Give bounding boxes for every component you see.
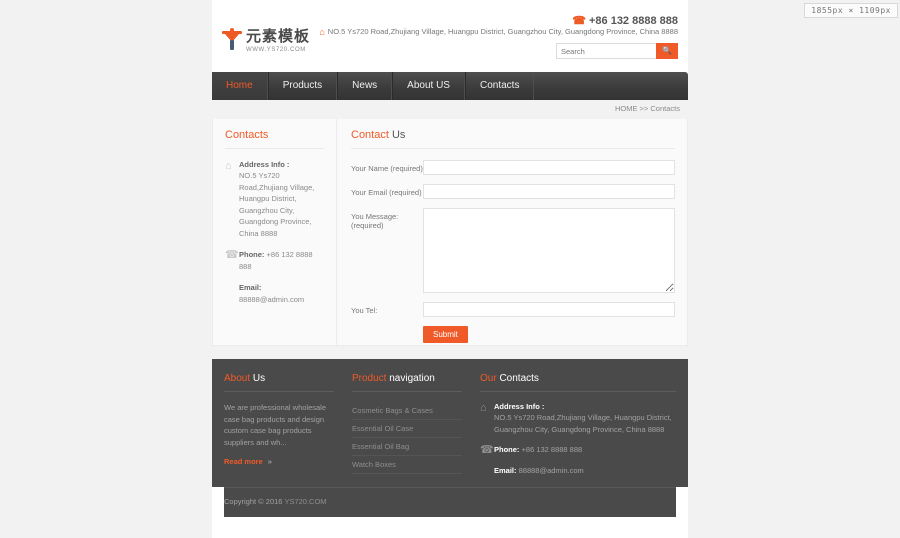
footer-read-more-label: Read more [224,457,263,466]
email-field-label: Your Email (required) [351,188,422,197]
footer-about-title-word2: Us [252,373,266,384]
footer-nav-item-watch-boxes[interactable]: Watch Boxes [352,456,462,474]
message-field-label: You Message: (required) [351,212,399,230]
main-navigation: Home Products News About US Contacts [212,72,688,100]
footer-phone-value: +86 132 8888 888 [521,445,583,454]
footer-contacts-title: Our Contacts [480,373,676,392]
submit-spacer [351,326,423,343]
footer-about-column: About Us We are professional wholesale c… [224,373,352,487]
search-button[interactable]: 🔍 [656,43,678,59]
header-address: ⌂ NO.5 Ys720 Road,Zhujiang Village, Huang… [319,27,678,37]
contact-form-title-word2: Us [391,129,406,141]
footer-read-more-link[interactable]: Read more » [224,457,272,466]
footer-email-line: Email: 88888@admin.com [494,465,676,477]
breadcrumb[interactable]: HOME >> Contacts [615,104,680,113]
footer-about-title: About Us [224,373,334,392]
nav-item-home[interactable]: Home [212,72,268,100]
form-row-tel: You Tel: [351,302,675,317]
copyright-text: Copyright © 2016 YS720.COM [224,497,676,506]
email-field[interactable] [423,184,675,199]
chevron-right-icon: » [267,457,272,466]
sidebar-title: Contacts [225,129,324,149]
footer-product-nav-title-word2: navigation [389,373,435,384]
footer-nav-item-essential-oil-bag[interactable]: Essential Oil Bag [352,438,462,456]
sidebar-contacts: Contacts ⌂ Address Info : NO.5 Ys720 Roa… [213,119,337,345]
footer-nav-item-cosmetic-bags[interactable]: Cosmetic Bags & Cases [352,402,462,420]
footer-product-nav-column: Product navigation Cosmetic Bags & Cases… [352,373,480,487]
copyright-prefix: Copyright © 2016 [224,497,283,506]
logo-text: 元素模板 WWW.YS720.COM [246,28,310,53]
home-icon: ⌂ [225,160,232,172]
nav-item-contacts[interactable]: Contacts [464,72,535,100]
footer-nav-item-essential-oil-case[interactable]: Essential Oil Case [352,420,462,438]
site-logo[interactable]: 元素模板 WWW.YS720.COM [222,28,310,53]
site-header: 元素模板 WWW.YS720.COM ☎ +86 132 8888 888 ⌂ NO… [212,0,688,72]
footer-phone-label: Phone: [494,445,520,454]
sidebar-email-line: Email: 88888@admin.com [239,282,324,306]
footer-email-label: Email: [494,466,517,475]
nav-item-products[interactable]: Products [267,72,338,100]
main-content: Contacts ⌂ Address Info : NO.5 Ys720 Roa… [212,119,688,346]
footer-address-label: Address Info : [494,402,545,411]
footer-product-nav-title: Product navigation [352,373,462,392]
sidebar-phone-block: ☎ Phone: +86 132 8888 888 Email: 88888@a… [225,249,324,306]
footer-about-text: We are professional wholesale case bag p… [224,403,327,447]
search-icon: 🔍 [662,46,672,55]
name-field-label: Your Name (required) [351,164,423,173]
home-icon: ⌂ [480,402,487,414]
logo-chinese-name: 元素模板 [246,28,311,45]
nav-item-news[interactable]: News [337,72,393,100]
site-footer: About Us We are professional wholesale c… [212,359,688,487]
sidebar-address-block: ⌂ Address Info : NO.5 Ys720 Road,Zhujian… [225,160,324,239]
header-address-text: NO.5 Ys720 Road,Zhujiang Village, Huangp… [327,27,678,36]
contact-form-title-word1: Contact [351,129,389,141]
footer-contacts-column: Our Contacts ⌂ Address Info : NO.5 Ys720… [480,373,676,487]
home-icon: ⌂ [319,27,325,37]
form-row-submit: Submit [351,326,675,343]
footer-email-value[interactable]: 88888@admin.com [519,466,584,475]
header-phone: ☎ +86 132 8888 888 [572,14,678,27]
sidebar-address-text: NO.5 Ys720 Road,Zhujiang Village, Huangp… [239,171,315,238]
form-row-message: You Message: (required) [351,208,675,293]
logo-mark-icon [222,28,242,50]
copyright-bar: Copyright © 2016 YS720.COM [224,487,676,517]
footer-gap [212,346,688,359]
breadcrumb-bar: HOME >> Contacts [212,100,688,119]
copyright-site-name: YS720.COM [284,497,327,506]
contact-form-panel: Contact Us Your Name (required) Your Ema… [337,119,687,345]
phone-icon: ☎ [225,249,239,261]
footer-contacts-title-word2: Contacts [499,373,539,384]
sidebar-address-label: Address Info : [239,160,290,169]
submit-button[interactable]: Submit [423,326,468,343]
footer-phone-line: Phone: +86 132 8888 888 [494,444,676,456]
footer-phone-block: ☎ Phone: +86 132 8888 888 Email: 88888@a… [480,444,676,477]
sidebar-phone-line: Phone: +86 132 8888 888 [239,249,324,273]
phone-icon: ☎ [480,444,494,456]
message-field[interactable] [423,208,675,293]
footer-address-block: ⌂ Address Info : NO.5 Ys720 Road,Zhujian… [480,402,676,435]
form-row-name: Your Name (required) [351,160,675,175]
form-row-email: Your Email (required) [351,184,675,199]
footer-contacts-title-word1: Our [480,373,497,384]
nav-item-about-us[interactable]: About US [392,72,465,100]
sidebar-email-value[interactable]: 88888@admin.com [239,295,304,304]
header-phone-number: +86 132 8888 888 [588,15,678,27]
footer-about-title-word1: About [224,373,251,384]
logo-website-url: WWW.YS720.COM [246,47,306,53]
tel-field-label: You Tel: [351,306,378,315]
viewport-size-badge: 1855px × 1109px [804,3,898,18]
search-input[interactable] [556,43,656,59]
page-container: 元素模板 WWW.YS720.COM ☎ +86 132 8888 888 ⌂ NO… [212,0,688,538]
contact-form-title: Contact Us [351,129,675,149]
tel-field[interactable] [423,302,675,317]
sidebar-phone-label: Phone: [239,250,265,259]
sidebar-email-label: Email: [239,283,262,292]
footer-product-nav-title-word1: Product [352,373,387,384]
search-box: 🔍 [556,43,678,59]
phone-icon: ☎ [572,15,586,27]
footer-address-text: NO.5 Ys720 Road,Zhujiang Village, Huangp… [494,413,672,434]
name-field[interactable] [423,160,675,175]
